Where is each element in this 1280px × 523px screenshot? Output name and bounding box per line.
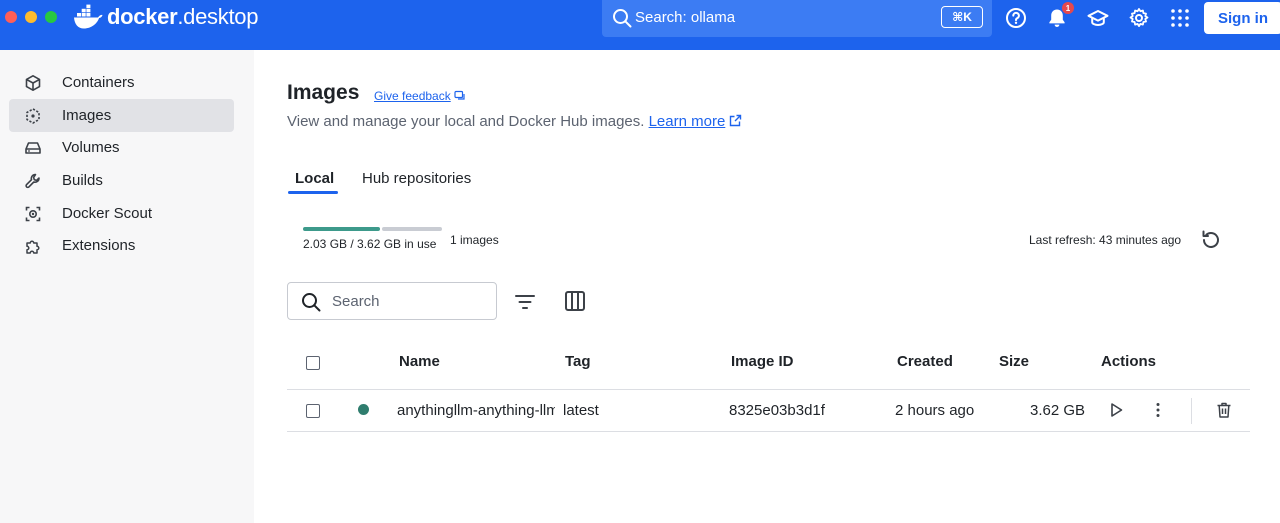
image-search-field[interactable]: [287, 282, 497, 320]
table-columns-icon[interactable]: [563, 289, 587, 313]
sidebar-item-builds[interactable]: Builds: [9, 164, 234, 197]
window-controls: [5, 11, 57, 23]
give-feedback-label: Give feedback: [374, 89, 451, 103]
select-all-checkbox[interactable]: [306, 356, 320, 370]
settings-gear-icon[interactable]: [1128, 7, 1150, 29]
hard-drive-icon: [25, 141, 41, 154]
learn-more-link[interactable]: Learn more: [649, 113, 726, 130]
more-options-icon[interactable]: [1148, 400, 1168, 420]
image-count: 1 images: [450, 233, 499, 247]
tab-hub-repositories[interactable]: Hub repositories: [362, 170, 471, 187]
table-row[interactable]: anythingllm-anything-llm latest 8325e03b…: [287, 390, 1250, 432]
column-header-image-id[interactable]: Image ID: [731, 353, 794, 370]
top-bar: docker.desktop Search: ollama ⌘K 1 Sign …: [0, 0, 1280, 50]
disk-usage-used: [303, 227, 380, 231]
disk-usage-bar: [303, 227, 442, 231]
action-divider: [1191, 398, 1192, 424]
give-feedback-link[interactable]: Give feedback: [374, 89, 466, 103]
delete-trash-icon[interactable]: [1214, 400, 1234, 420]
refresh-icon[interactable]: [1199, 228, 1223, 252]
search-icon: [613, 9, 632, 28]
close-window-button[interactable]: [5, 11, 17, 23]
active-tab-indicator: [288, 191, 338, 194]
minimize-window-button[interactable]: [25, 11, 37, 23]
sidebar-item-label: Extensions: [62, 237, 136, 254]
column-header-actions: Actions: [1101, 353, 1157, 370]
wrench-icon: [25, 173, 40, 188]
in-use-status-dot: [358, 404, 369, 415]
apps-grid-icon[interactable]: [1169, 7, 1191, 29]
column-header-name[interactable]: Name: [399, 353, 440, 370]
tab-local[interactable]: Local: [295, 170, 334, 187]
learning-center-icon[interactable]: [1087, 7, 1109, 29]
disk-usage-text: 2.03 GB / 3.62 GB in use: [303, 237, 437, 251]
notification-count-badge: 1: [1062, 2, 1074, 14]
table-header: Name Tag Image ID Created Size Actions: [287, 340, 1250, 390]
learn-more-label: Learn more: [648, 113, 726, 130]
page-subtitle: View and manage your local and Docker Hu…: [287, 113, 742, 130]
sidebar-item-images[interactable]: Images: [9, 99, 234, 132]
main-content: Images Give feedback View and manage you…: [254, 50, 1280, 523]
last-refresh-text: Last refresh: 43 minutes ago: [1029, 233, 1182, 247]
image-id: 8325e03b3d1f: [729, 402, 825, 419]
row-select-checkbox[interactable]: [306, 404, 320, 418]
sidebar-item-label: Volumes: [62, 139, 120, 156]
column-header-created[interactable]: Created: [897, 353, 953, 370]
disk-usage-remaining: [382, 227, 442, 231]
sidebar-item-extensions[interactable]: Extensions: [9, 229, 234, 262]
subtitle-text: View and manage your local and Docker Hu…: [287, 113, 645, 130]
sidebar-item-label: Containers: [62, 74, 135, 91]
puzzle-icon: [26, 239, 40, 254]
image-tag: latest: [563, 402, 599, 419]
run-play-icon[interactable]: [1106, 400, 1126, 420]
page-title: Images: [287, 81, 360, 104]
image-created: 2 hours ago: [895, 402, 975, 419]
docker-whale-icon: [74, 4, 103, 29]
feedback-chat-icon: [454, 90, 465, 100]
image-layers-icon: [26, 107, 40, 124]
cube-icon: [25, 74, 41, 91]
zoom-window-button[interactable]: [45, 11, 57, 23]
sidebar-item-label: Docker Scout: [62, 205, 153, 222]
search-shortcut-badge: ⌘K: [941, 6, 983, 28]
app-name: docker.desktop: [107, 4, 259, 29]
filter-icon[interactable]: [513, 290, 537, 314]
column-header-tag[interactable]: Tag: [565, 353, 591, 370]
search-icon: [302, 293, 321, 312]
global-search-bar[interactable]: Search: ollama: [602, 0, 992, 37]
docker-desktop-logo: docker.desktop: [73, 4, 258, 30]
sidebar-item-volumes[interactable]: Volumes: [9, 131, 234, 164]
global-search-text: Search: ollama: [635, 9, 736, 26]
sidebar-item-label: Builds: [62, 172, 103, 189]
sidebar-item-containers[interactable]: Containers: [9, 66, 234, 99]
image-size: 3.62 GB: [1030, 402, 1086, 419]
image-name[interactable]: anythingllm-anything-llm: [397, 402, 555, 419]
scout-icon: [25, 206, 41, 221]
sign-in-button[interactable]: Sign in: [1204, 2, 1280, 34]
sidebar: Containers Images Volumes Builds Docker …: [0, 50, 254, 523]
external-link-icon[interactable]: [729, 114, 742, 127]
sidebar-item-label: Images: [62, 107, 112, 124]
image-search-input[interactable]: [332, 291, 487, 311]
sidebar-item-docker-scout[interactable]: Docker Scout: [9, 197, 234, 230]
column-header-size[interactable]: Size: [999, 353, 1029, 370]
help-icon[interactable]: [1005, 7, 1027, 29]
